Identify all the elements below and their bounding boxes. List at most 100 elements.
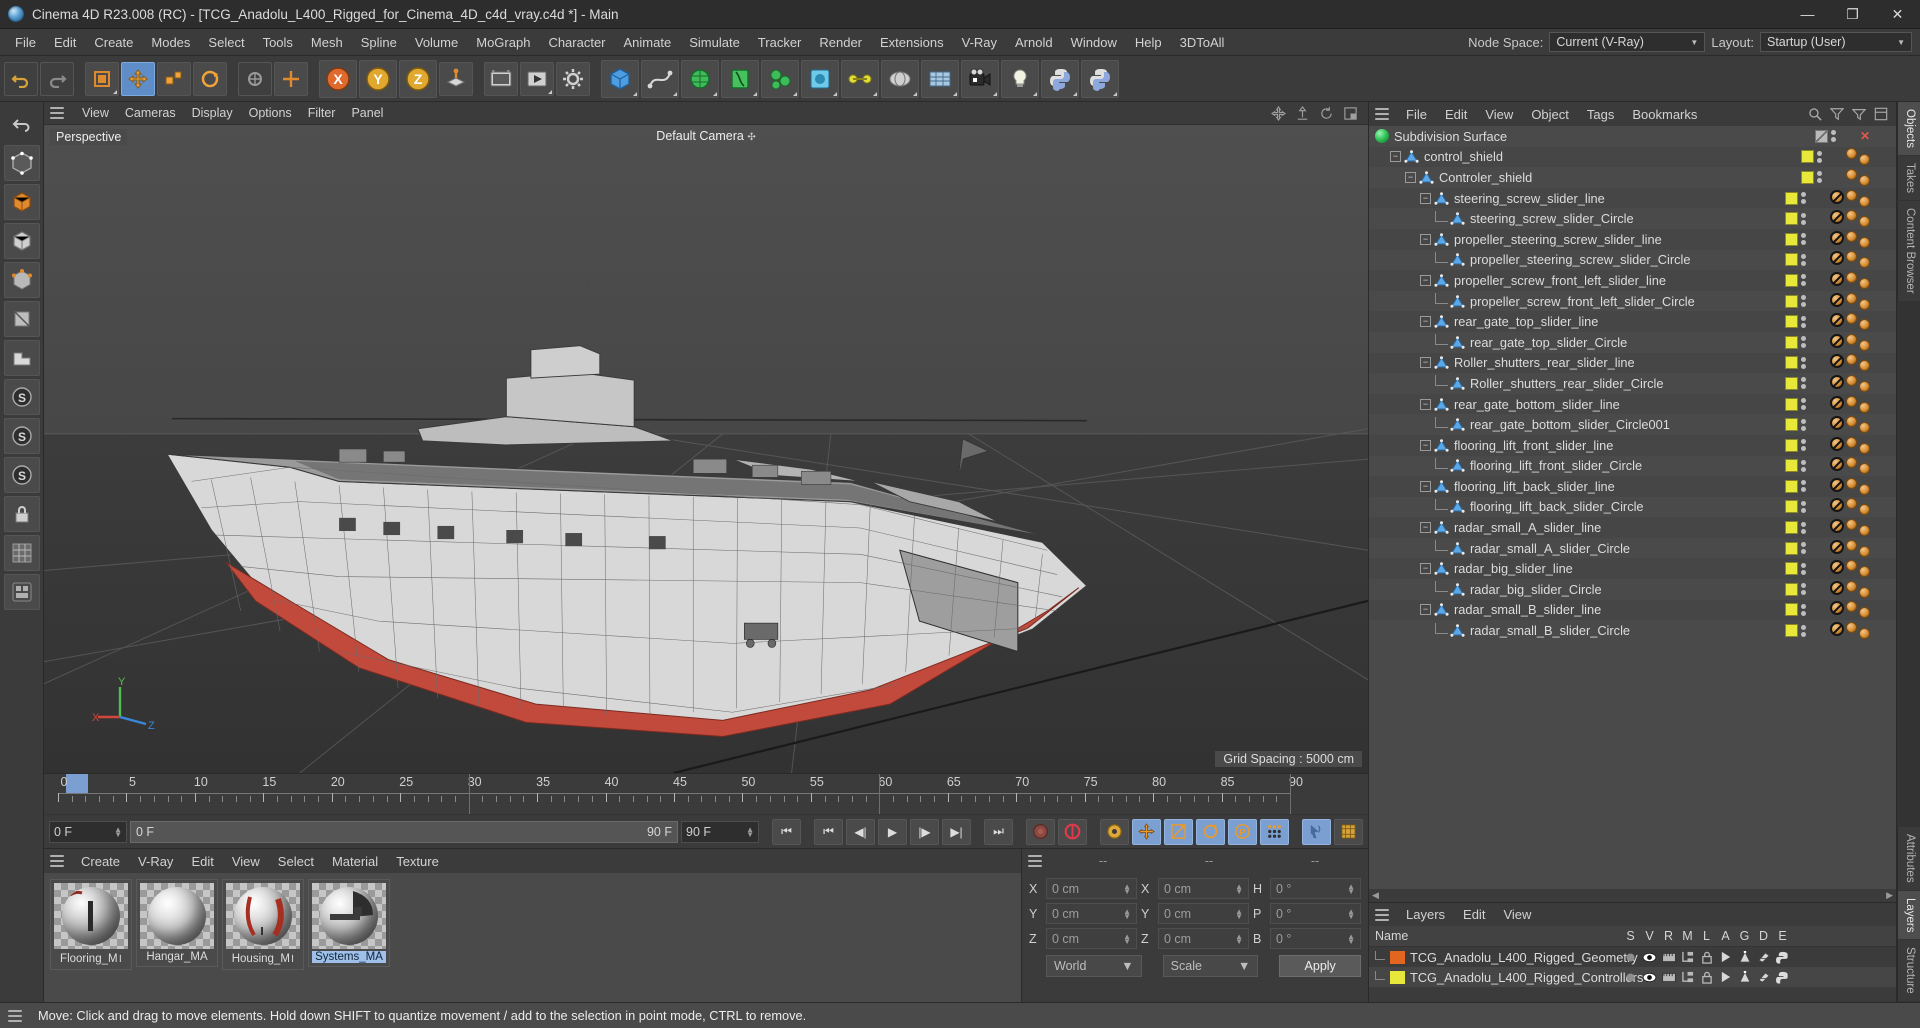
- visibility-dots-icon[interactable]: [1801, 603, 1806, 616]
- tag-cluster[interactable]: [1830, 292, 1870, 310]
- protection-tag-icon[interactable]: [1830, 601, 1844, 616]
- layer-color-swatch[interactable]: [1801, 150, 1814, 164]
- object-row[interactable]: − radar_small_A_slider_line: [1369, 517, 1896, 538]
- object-row[interactable]: steering_screw_slider_Circle: [1369, 208, 1896, 229]
- layer-column-header[interactable]: E: [1773, 929, 1792, 943]
- expander-icon[interactable]: −: [1420, 563, 1431, 575]
- character-joint-button[interactable]: [841, 59, 879, 98]
- tag-cluster[interactable]: [1830, 622, 1870, 640]
- layer-color-swatch[interactable]: [1785, 624, 1798, 638]
- material-menu-select[interactable]: Select: [269, 851, 323, 872]
- tag-cluster[interactable]: [1830, 519, 1870, 537]
- menu-create[interactable]: Create: [85, 32, 142, 53]
- rotate-tool-button[interactable]: [193, 61, 227, 96]
- texture-mode-button[interactable]: [3, 223, 40, 259]
- menu-extensions[interactable]: Extensions: [871, 32, 953, 53]
- scale-tool-button[interactable]: [157, 61, 191, 96]
- object-tag-column[interactable]: [1785, 498, 1896, 516]
- constraint-tag-icon[interactable]: [1859, 422, 1870, 434]
- protection-tag-icon[interactable]: [1830, 230, 1844, 245]
- protection-tag-icon[interactable]: [1830, 519, 1844, 534]
- xpresso-tag-icon[interactable]: [1846, 601, 1857, 613]
- material-item[interactable]: Systems_MĀ: [308, 879, 390, 967]
- object-row[interactable]: rear_gate_top_slider_Circle: [1369, 331, 1896, 353]
- expressions-toggle-icon[interactable]: [1773, 971, 1792, 984]
- protection-tag-icon[interactable]: [1830, 416, 1844, 431]
- layer-color-swatch[interactable]: [1785, 479, 1798, 493]
- expander-icon[interactable]: −: [1420, 604, 1431, 616]
- object-menu-bookmarks[interactable]: Bookmarks: [1623, 104, 1706, 125]
- expander-icon[interactable]: −: [1420, 192, 1431, 204]
- constraint-tag-icon[interactable]: [1859, 360, 1870, 372]
- material-menu-texture[interactable]: Texture: [387, 851, 448, 872]
- render-settings-button[interactable]: [556, 61, 590, 96]
- manager-toggle-icon[interactable]: [1678, 971, 1697, 983]
- object-tag-column[interactable]: [1785, 601, 1896, 619]
- xpresso-tag-icon[interactable]: [1846, 313, 1857, 325]
- scroll-right-icon[interactable]: ▶: [1886, 890, 1893, 901]
- xpresso-tag-icon[interactable]: [1846, 271, 1857, 283]
- edge-tab-attributes[interactable]: Attributes: [1897, 827, 1920, 890]
- constraint-tag-icon[interactable]: [1859, 545, 1870, 557]
- menu-select[interactable]: Select: [199, 32, 253, 53]
- playhead[interactable]: [66, 774, 88, 793]
- material-menu-v-ray[interactable]: V-Ray: [129, 851, 182, 872]
- y-axis-lock-button[interactable]: Y: [359, 59, 397, 98]
- points-mode-button[interactable]: [3, 262, 40, 298]
- tag-cluster[interactable]: [1830, 374, 1870, 392]
- scene-nodes-button[interactable]: [921, 59, 959, 98]
- constraint-tag-icon[interactable]: [1859, 401, 1870, 413]
- xpresso-tag-icon[interactable]: [1846, 498, 1857, 510]
- render-view-button[interactable]: [484, 61, 518, 96]
- protection-tag-icon[interactable]: [1830, 354, 1844, 369]
- layer-column-header[interactable]: V: [1640, 929, 1659, 943]
- constraint-tag-icon[interactable]: [1859, 586, 1870, 598]
- layer-color-swatch[interactable]: [1785, 562, 1798, 576]
- layout-switch-button[interactable]: [3, 574, 40, 610]
- no-layer-icon[interactable]: [1814, 129, 1828, 143]
- protection-tag-icon[interactable]: [1830, 622, 1844, 637]
- menu-character[interactable]: Character: [539, 32, 614, 53]
- xpresso-tag-icon[interactable]: [1846, 580, 1857, 592]
- viewport-scale-icon[interactable]: [1295, 105, 1310, 121]
- go-to-start-button[interactable]: ⏮: [772, 818, 801, 845]
- layout-select[interactable]: Startup (User) ▼: [1760, 32, 1912, 52]
- subdivision-surface-button[interactable]: [681, 59, 719, 98]
- bend-deformer-button[interactable]: [721, 59, 759, 98]
- timeline-ruler[interactable]: 0 5 10 15 20 25 30 35 40 45 50 55 60 65 70 75 80 85 90: [44, 774, 1368, 814]
- xpresso-tag-icon[interactable]: [1846, 354, 1857, 366]
- object-row[interactable]: − Roller_shutters_rear_slider_line: [1369, 352, 1896, 374]
- object-tag-column[interactable]: [1785, 560, 1896, 578]
- go-to-next-key-button[interactable]: ▶|: [942, 818, 971, 845]
- lock-toggle-icon[interactable]: [1697, 971, 1716, 984]
- visibility-dots-icon[interactable]: [1801, 562, 1806, 575]
- protection-tag-icon[interactable]: [1830, 395, 1844, 410]
- rotation-key-button[interactable]: [1196, 818, 1225, 845]
- material-menu-material[interactable]: Material: [323, 851, 387, 872]
- menu-edit[interactable]: Edit: [45, 32, 85, 53]
- protection-tag-icon[interactable]: [1830, 457, 1844, 472]
- object-row[interactable]: radar_small_A_slider_Circle: [1369, 537, 1896, 559]
- solo-toggle-icon[interactable]: [1621, 972, 1640, 983]
- lock-toggle-icon[interactable]: [1697, 951, 1716, 964]
- layer-column-header[interactable]: S: [1621, 929, 1640, 943]
- visibility-dots-icon[interactable]: [1801, 377, 1806, 390]
- position-key-button[interactable]: [1132, 818, 1161, 845]
- constraint-tag-icon[interactable]: [1859, 463, 1870, 475]
- layer-color-swatch[interactable]: [1801, 170, 1814, 184]
- constraint-tag-icon[interactable]: [1859, 442, 1870, 454]
- menu-mesh[interactable]: Mesh: [302, 32, 352, 53]
- tag-cluster[interactable]: [1830, 271, 1870, 289]
- tag-cluster[interactable]: [1830, 436, 1870, 454]
- field-object-button[interactable]: [801, 59, 839, 98]
- object-tag-column[interactable]: [1801, 168, 1896, 186]
- cube-primitive-button[interactable]: [601, 59, 639, 98]
- layer-column-header[interactable]: D: [1754, 929, 1773, 943]
- layer-color-swatch[interactable]: [1785, 335, 1798, 349]
- layer-color-swatch[interactable]: [1785, 603, 1798, 617]
- object-manager-layout-icon[interactable]: [1874, 107, 1888, 121]
- visibility-dots-icon[interactable]: [1801, 418, 1806, 431]
- layer-color-swatch[interactable]: [1785, 232, 1798, 246]
- xpresso-tag-icon[interactable]: [1846, 436, 1857, 448]
- object-tag-column[interactable]: [1785, 374, 1896, 392]
